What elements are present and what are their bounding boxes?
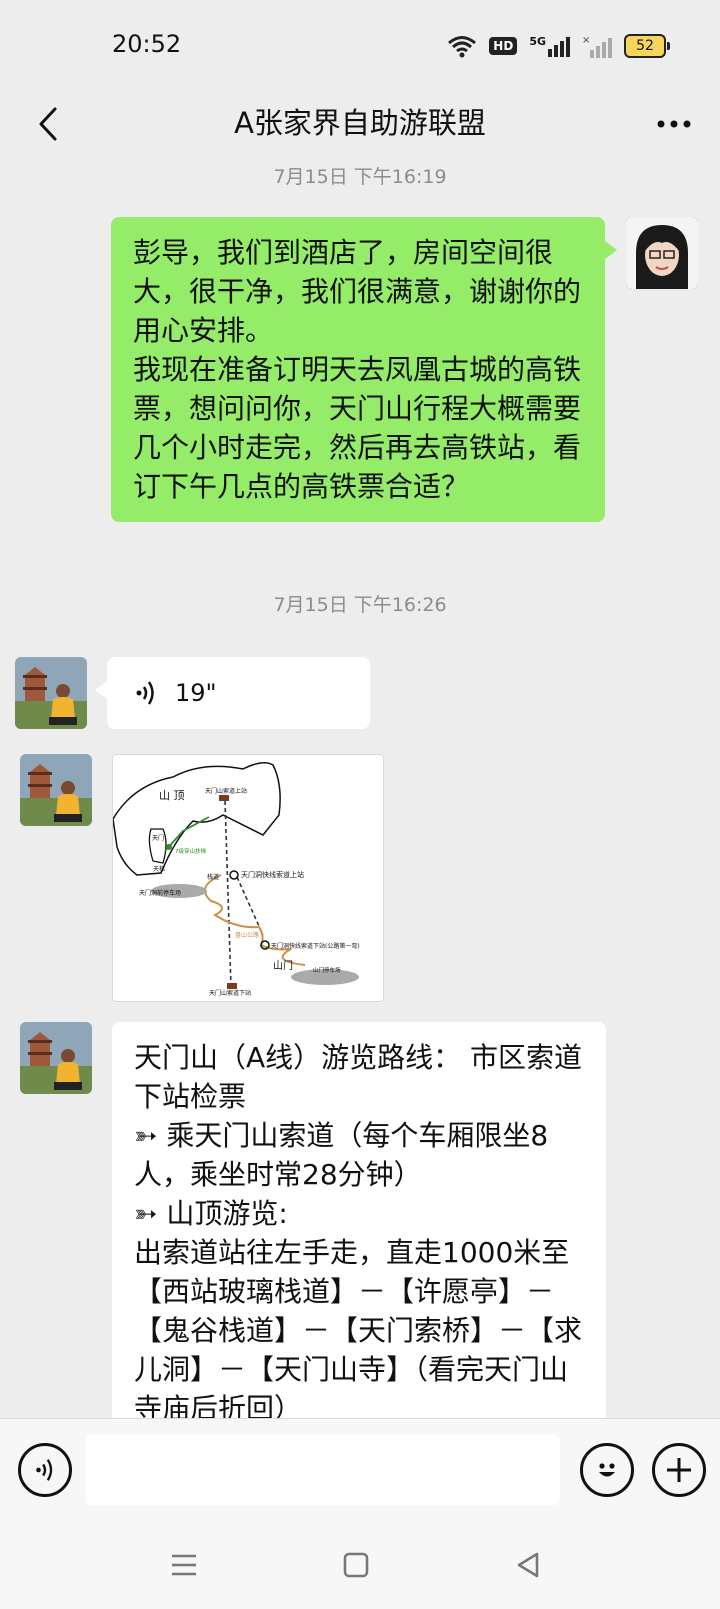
voice-wave-icon	[36, 1459, 53, 1481]
map-label-stairs: 天梯	[153, 865, 165, 873]
triangle-back-icon	[517, 1552, 539, 1578]
network-type-label: 5G	[529, 35, 546, 48]
map-label-gate: 山门	[273, 959, 293, 972]
voice-input-button[interactable]	[18, 1443, 72, 1497]
map-label-cable-top: 天门山索道上站	[205, 787, 247, 795]
message-input[interactable]	[86, 1435, 560, 1505]
map-label-gate-parking: 山门停车场	[313, 966, 341, 974]
more-dots-icon	[657, 120, 691, 128]
map-label-cable-bottom: 天门山索道下站	[209, 989, 251, 997]
route-line: ➳ 山顶游览:	[134, 1197, 288, 1230]
message-timestamp: 7月15日 下午16:19	[273, 166, 447, 188]
route-line: ➳ 乘天门山索道（每个车厢限坐8人，乘坐时常28分钟）	[134, 1119, 549, 1191]
square-icon	[343, 1552, 369, 1578]
message-text: 彭导，我们到酒店了，房间空间很大，很干净，我们很满意，谢谢你的用心安排。	[133, 236, 582, 347]
chat-title: A张家界自助游联盟	[234, 106, 486, 140]
svg-text:×: ×	[582, 35, 590, 46]
more-functions-button[interactable]	[652, 1443, 706, 1497]
my-avatar[interactable]	[626, 217, 698, 289]
map-label-road: 盘山公路	[235, 931, 259, 939]
signal-5g-icon: 5G	[529, 35, 570, 57]
wifi-icon	[448, 36, 477, 58]
map-label-escalator: 7级穿山扶梯	[175, 847, 206, 855]
plus-icon	[667, 1458, 691, 1482]
route-map-image[interactable]: 山 顶 天门山索道上站 天门 7级穿山扶梯 天梯 栈道 天门洞快线索道上站 天门…	[112, 754, 384, 1002]
battery-icon: 52	[624, 34, 670, 58]
sender-avatar[interactable]	[15, 657, 87, 729]
map-label-express-top: 天门洞快线索道上站	[241, 870, 304, 879]
home-button[interactable]	[326, 1535, 386, 1595]
message-text: 我现在准备订明天去凤凰古城的高铁票，想问问你，天门山行程大概需要几个小时走完，然…	[133, 353, 582, 503]
voice-duration: 19"	[175, 678, 217, 707]
emoji-button[interactable]	[580, 1443, 634, 1497]
battery-level: 52	[624, 34, 666, 58]
smiley-icon	[599, 1463, 615, 1477]
message-timestamp: 7月15日 下午16:26	[273, 594, 447, 616]
map-label-plank: 栈道	[207, 873, 219, 881]
sender-avatar[interactable]	[20, 754, 92, 826]
route-line: 出索道站往左手走，直走1000米至【西站玻璃栈道】－【许愿亭】－【鬼谷栈道】－【…	[134, 1236, 583, 1418]
back-button[interactable]	[20, 96, 76, 152]
status-icons: HD 5G × 52	[447, 30, 670, 62]
my-message-bubble[interactable]: 彭导，我们到酒店了，房间空间很大，很干净，我们很满意，谢谢你的用心安排。 我现在…	[111, 217, 617, 522]
route-text-bubble[interactable]: 天门山（A线）游览路线： 市区索道下站检票 ➳ 乘天门山索道（每个车厢限坐8人，…	[112, 1022, 606, 1418]
map-label-cave-parking: 天门洞前停车场	[139, 889, 181, 897]
recent-apps-button[interactable]	[154, 1535, 214, 1595]
voice-message-bubble[interactable]: 19"	[95, 657, 370, 729]
system-back-button[interactable]	[498, 1535, 558, 1595]
chevron-left-icon	[39, 107, 57, 141]
hd-badge: HD	[489, 37, 518, 55]
sender-avatar[interactable]	[20, 1022, 92, 1094]
more-options-button[interactable]	[646, 96, 702, 152]
map-label-tianmen: 天门	[152, 834, 164, 842]
map-label-summit: 山 顶	[159, 789, 185, 802]
status-time: 20:52	[112, 30, 182, 58]
status-bar: 20:52 HD 5G × 52	[0, 0, 720, 90]
route-line: 天门山（A线）游览路线： 市区索道下站检票	[134, 1041, 583, 1113]
chat-header: A张家界自助游联盟	[0, 90, 720, 160]
chat-input-bar	[0, 1418, 720, 1609]
menu-lines-icon	[172, 1554, 196, 1576]
map-label-express-bottom: 天门洞快线索道下站(公路第一弯)	[271, 942, 360, 950]
voice-wave-icon	[136, 681, 154, 705]
system-navigation-bar	[0, 1535, 720, 1595]
signal-sim2-icon: ×	[582, 35, 612, 58]
